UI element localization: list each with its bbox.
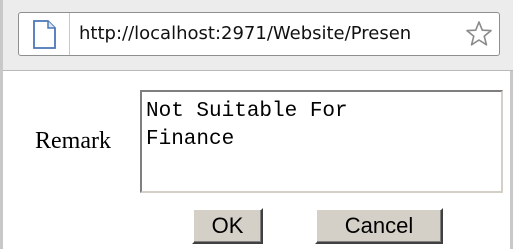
star-icon[interactable] xyxy=(465,20,493,48)
address-separator xyxy=(69,13,70,55)
page-icon xyxy=(29,19,59,50)
remark-label: Remark xyxy=(35,128,111,154)
remark-textarea[interactable]: Not Suitable For Finance xyxy=(140,90,503,193)
popup-window: http://localhost:2971/Website/Presen Rem… xyxy=(0,0,513,249)
address-text[interactable]: http://localhost:2971/Website/Presen xyxy=(79,23,454,44)
address-bar[interactable]: http://localhost:2971/Website/Presen xyxy=(18,12,500,56)
ok-button[interactable]: OK xyxy=(192,208,263,244)
address-bar-area: http://localhost:2971/Website/Presen xyxy=(3,0,513,71)
cancel-button[interactable]: Cancel xyxy=(315,208,443,244)
